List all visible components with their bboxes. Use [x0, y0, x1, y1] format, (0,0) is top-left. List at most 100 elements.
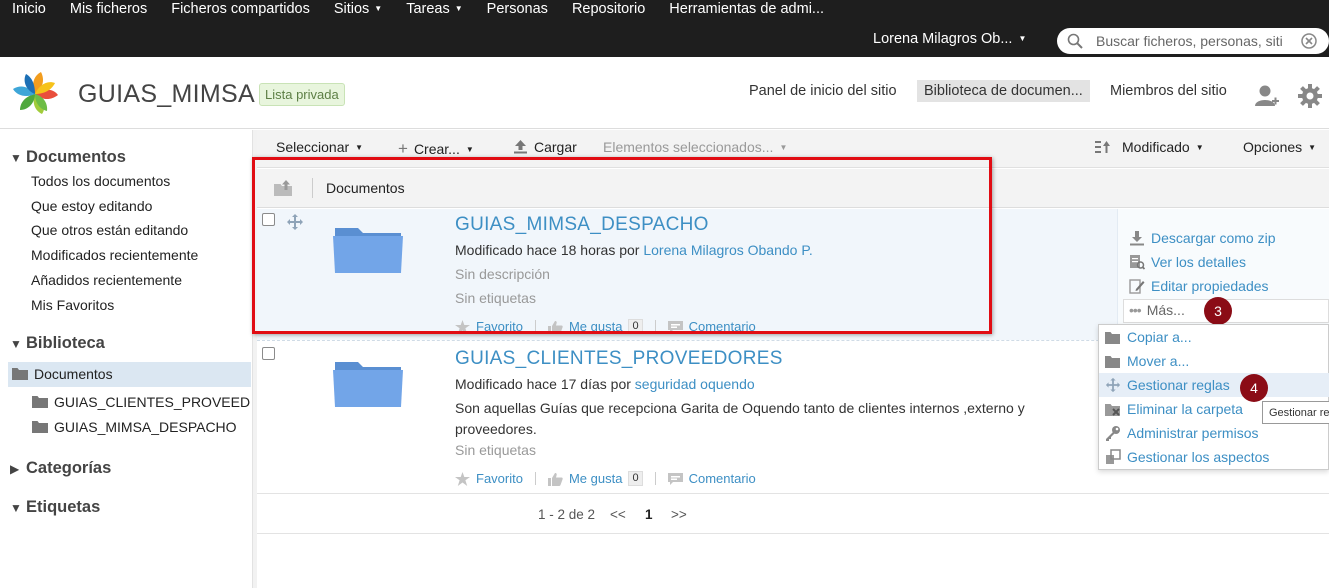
gear-icon[interactable] [1297, 83, 1323, 109]
divider [654, 472, 656, 485]
folder-delete-icon [1105, 404, 1120, 416]
categories-section-toggle[interactable]: ▶ Categorías [10, 459, 111, 478]
selected-items-menu[interactable]: Elementos seleccionados... ▼ [603, 139, 787, 155]
filter-recently-modified[interactable]: Modificados recientemente [31, 247, 198, 263]
caret-down-icon: ▼ [1018, 34, 1027, 43]
triangle-right-icon: ▶ [10, 462, 20, 476]
main-nav: Inicio Mis ficheros Ficheros compartidos… [0, 0, 836, 20]
folder-icon[interactable] [333, 358, 403, 408]
download-zip-action[interactable]: Descargar como zip [1129, 230, 1276, 246]
search-icon [1067, 33, 1083, 49]
divider [534, 472, 536, 485]
privacy-badge: Lista privada [259, 83, 345, 106]
nav-repositorio[interactable]: Repositorio [560, 0, 657, 20]
aspects-icon [1106, 449, 1121, 464]
create-button[interactable]: + Crear... ▼ [398, 139, 474, 159]
add-user-icon[interactable] [1254, 83, 1280, 109]
nav-sitios[interactable]: Sitios ▼ [322, 0, 394, 20]
social-bar: Favorito Me gusta 0 Comentario [455, 471, 756, 486]
folder-title-link[interactable]: GUIAS_CLIENTES_PROVEEDORES [455, 348, 783, 370]
menu-item-aspects[interactable]: Gestionar los aspectos [1105, 449, 1269, 465]
more-actions-label[interactable]: ••• Más... [1129, 302, 1185, 318]
list-footer-divider [257, 533, 1329, 534]
nav-tareas[interactable]: Tareas ▼ [394, 0, 474, 20]
nav-ficheros-compartidos[interactable]: Ficheros compartidos [159, 0, 322, 20]
item-description: Son aquellas Guías que recepciona Garita… [455, 400, 1025, 437]
caret-down-icon: ▼ [1308, 143, 1317, 152]
menu-item-copy[interactable]: Copiar a... [1105, 329, 1192, 345]
like-button[interactable]: Me gusta 0 [547, 471, 643, 486]
tree-item-documentos[interactable]: Documentos [12, 366, 113, 382]
search-input[interactable] [1096, 32, 1301, 50]
ellipsis-icon: ••• [1129, 302, 1142, 318]
sort-button[interactable]: Modificado ▼ [1095, 139, 1204, 155]
filter-others-editing[interactable]: Que otros están editando [31, 222, 188, 238]
favorite-button[interactable]: Favorito [455, 471, 523, 486]
alfresco-logo-icon [13, 72, 58, 114]
search-box [1057, 28, 1329, 54]
folder-move-icon [1105, 356, 1120, 368]
folder-copy-icon [1105, 332, 1120, 344]
star-icon [455, 471, 470, 486]
menu-item-delete-folder[interactable]: Eliminar la carpeta [1105, 401, 1243, 417]
comment-icon [667, 472, 683, 485]
edit-icon [1129, 279, 1145, 294]
menu-item-manage-rules[interactable]: Gestionar reglas [1105, 377, 1230, 393]
filter-my-favorites[interactable]: Mis Favoritos [31, 297, 114, 313]
menu-item-permissions[interactable]: Administrar permisos [1105, 425, 1258, 441]
nav-herramientas[interactable]: Herramientas de admi... [657, 0, 836, 20]
plus-icon: + [398, 139, 408, 158]
close-icon[interactable] [1301, 33, 1317, 49]
folder-icon [32, 421, 48, 433]
caret-down-icon: ▼ [779, 143, 788, 152]
edit-properties-action[interactable]: Editar propiedades [1129, 278, 1269, 294]
select-button[interactable]: Seleccionar ▼ [276, 139, 363, 155]
pagination-next[interactable]: >> [671, 507, 687, 522]
item-modified: Modificado hace 17 días por seguridad oq… [455, 376, 755, 392]
highlight-annotation-box [252, 157, 992, 334]
user-menu[interactable]: Lorena Milagros Ob... ▼ [873, 31, 1026, 47]
site-header: GUIAS_MIMSA Lista privada Panel de inici… [0, 57, 1329, 129]
tree-item-guias-mimsa[interactable]: GUIAS_MIMSA_DESPACHO [32, 419, 237, 435]
pagination-range: 1 - 2 de 2 [538, 507, 596, 522]
tags-section-toggle[interactable]: ▼ Etiquetas [10, 498, 100, 517]
caret-down-icon: ▼ [355, 143, 364, 152]
nav-personas[interactable]: Personas [475, 0, 560, 20]
row-checkbox[interactable] [262, 347, 275, 360]
view-details-action[interactable]: Ver los detalles [1129, 254, 1246, 270]
like-count: 0 [628, 471, 643, 486]
nav-mis-ficheros[interactable]: Mis ficheros [58, 0, 159, 20]
rules-icon [1105, 377, 1121, 393]
filter-all-documents[interactable]: Todos los documentos [31, 173, 170, 189]
key-icon [1106, 426, 1120, 441]
menu-item-move[interactable]: Mover a... [1105, 353, 1189, 369]
documents-section-toggle[interactable]: ▼ Documentos [10, 148, 126, 167]
thumbs-up-icon [547, 472, 563, 486]
caret-down-icon: ▼ [465, 145, 474, 154]
triangle-down-icon: ▼ [10, 501, 22, 515]
download-icon [1130, 231, 1144, 246]
nav-site-dashboard[interactable]: Panel de inicio del sitio [749, 83, 897, 99]
comment-button[interactable]: Comentario [667, 471, 756, 486]
pagination-prev[interactable]: << [610, 507, 626, 522]
folder-icon [12, 368, 28, 380]
nav-site-members[interactable]: Miembros del sitio [1110, 83, 1227, 99]
top-bar: Inicio Mis ficheros Ficheros compartidos… [0, 0, 1329, 57]
filter-i-am-editing[interactable]: Que estoy editando [31, 198, 152, 214]
upload-button[interactable]: Cargar [513, 139, 577, 155]
nav-document-library[interactable]: Biblioteca de documen... [917, 80, 1090, 102]
filter-recently-added[interactable]: Añadidos recientemente [31, 272, 182, 288]
modified-by-link[interactable]: seguridad oquendo [635, 376, 755, 392]
tooltip: Gestionar reglas [1262, 401, 1329, 424]
row-divider [257, 493, 1329, 494]
sort-icon [1095, 141, 1110, 153]
options-button[interactable]: Opciones ▼ [1243, 139, 1316, 155]
nav-inicio[interactable]: Inicio [0, 0, 58, 20]
triangle-down-icon: ▼ [10, 151, 22, 165]
library-section-toggle[interactable]: ▼ Biblioteca [10, 334, 105, 353]
item-tags: Sin etiquetas [455, 442, 536, 458]
caret-down-icon: ▼ [1195, 143, 1204, 152]
pagination-current[interactable]: 1 [645, 507, 653, 522]
caret-down-icon: ▼ [454, 4, 463, 13]
tree-item-guias-clientes[interactable]: GUIAS_CLIENTES_PROVEED [32, 394, 250, 410]
